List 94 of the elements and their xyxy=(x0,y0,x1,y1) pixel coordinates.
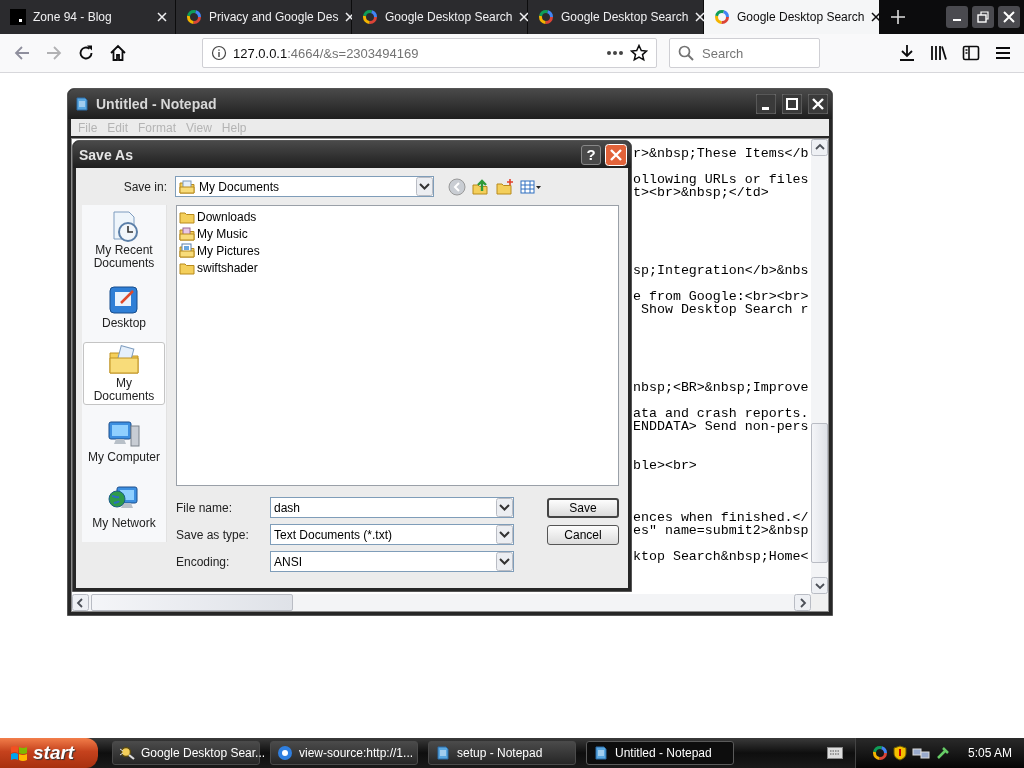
browser-tab[interactable]: Google Desktop Search xyxy=(704,0,880,34)
notepad-icon xyxy=(593,745,609,761)
encoding-dropdown[interactable]: ANSI xyxy=(270,551,514,572)
restore-icon[interactable] xyxy=(972,6,994,28)
sidebar-icon[interactable] xyxy=(962,44,980,62)
scroll-down-button[interactable] xyxy=(811,577,828,594)
folder-entry[interactable]: Downloads xyxy=(179,208,616,225)
menu-icon[interactable] xyxy=(994,44,1012,62)
text-line: ences when finished.</ xyxy=(633,511,810,524)
text-line: t><br>&nbsp;</td> xyxy=(633,186,770,199)
folder-entry[interactable]: My Pictures xyxy=(179,242,616,259)
home-icon[interactable] xyxy=(109,44,127,62)
places-item[interactable]: My Network xyxy=(83,475,165,538)
keyboard-icon[interactable] xyxy=(826,747,843,759)
notepad-icon xyxy=(74,96,90,112)
text-line: r>&nbsp;These Items</b xyxy=(633,147,810,160)
address-bar[interactable]: 127.0.0.1:4664/&s=2303494169 xyxy=(202,38,657,68)
save-button[interactable]: Save xyxy=(547,497,619,518)
ring-icon xyxy=(362,9,378,25)
scroll-left-button[interactable] xyxy=(72,594,89,611)
close-button[interactable] xyxy=(605,143,627,166)
magnifier-icon xyxy=(119,745,135,761)
new-folder-icon[interactable] xyxy=(496,177,514,196)
ring-icon xyxy=(538,9,554,25)
browser-tab[interactable]: Google Desktop Search xyxy=(528,0,704,34)
more-icon[interactable] xyxy=(606,50,624,56)
places-item[interactable]: Desktop xyxy=(83,275,165,339)
cancel-button[interactable]: Cancel xyxy=(547,524,619,545)
star-icon[interactable] xyxy=(630,44,648,62)
browser-tab[interactable]: Privacy and Google Des xyxy=(176,0,352,34)
browser-tab[interactable]: Zone 94 - Blog xyxy=(0,0,176,34)
shield-icon[interactable] xyxy=(892,745,907,761)
clock: 5:05 AM xyxy=(967,746,1012,760)
save-in-dropdown[interactable]: My Documents xyxy=(175,176,434,197)
dialog-title: Save As xyxy=(79,146,134,163)
close-icon[interactable] xyxy=(998,6,1020,28)
folder-entry[interactable]: swiftshader xyxy=(179,259,616,276)
field-label: File name: xyxy=(176,500,234,515)
page-icon xyxy=(10,9,26,25)
taskbar-item[interactable]: Untitled - Notepad xyxy=(586,741,734,765)
folder-entry[interactable]: My Music xyxy=(179,225,616,242)
music-folder-icon xyxy=(179,225,195,242)
browser-tab[interactable]: Google Desktop Search xyxy=(352,0,528,34)
text-line: Show Desktop Search r xyxy=(639,303,810,316)
documents-folder-icon xyxy=(179,178,195,195)
file-name-field[interactable]: dash xyxy=(270,497,514,518)
taskbar-item[interactable]: setup - Notepad xyxy=(428,741,576,765)
reload-icon[interactable] xyxy=(77,44,95,62)
ring-icon xyxy=(186,9,202,25)
search-field[interactable]: Search xyxy=(669,38,820,68)
back-icon[interactable] xyxy=(13,44,31,62)
field-label: Save as type: xyxy=(176,527,250,542)
notepad-icon xyxy=(435,745,451,761)
places-item[interactable]: My Documents xyxy=(83,342,165,405)
text-line: ble><br> xyxy=(633,459,698,472)
text-line: ollowing URLs or files xyxy=(633,173,810,186)
text-line: ata and crash reports. xyxy=(633,407,810,420)
download-icon[interactable] xyxy=(898,44,916,62)
field-label: Save in: xyxy=(122,179,168,194)
maximize-icon[interactable] xyxy=(782,94,802,114)
close-icon[interactable] xyxy=(808,94,828,114)
close-icon[interactable] xyxy=(871,12,882,22)
scrollbar-thumb[interactable] xyxy=(811,423,828,563)
places-item[interactable]: My Recent Documents xyxy=(83,209,165,272)
text-line: sp;Integration</b>&nbs xyxy=(633,264,810,277)
places-item[interactable]: My Computer xyxy=(83,408,165,472)
field-label: Encoding: xyxy=(176,554,231,569)
back-icon[interactable] xyxy=(448,177,466,196)
scrollbar-thumb[interactable] xyxy=(91,594,293,611)
views-menu-icon[interactable] xyxy=(520,178,542,195)
text-line: ktop Search&nbsp;Home< xyxy=(633,550,810,563)
new-tab-icon[interactable] xyxy=(890,9,906,25)
up-folder-icon[interactable] xyxy=(472,177,490,196)
help-button[interactable]: ? xyxy=(581,144,601,165)
save-type-dropdown[interactable]: Text Documents (*.txt) xyxy=(270,524,514,545)
info-icon[interactable] xyxy=(211,45,227,61)
taskbar-item[interactable]: view-source:http://1... xyxy=(270,741,418,765)
scroll-up-button[interactable] xyxy=(811,139,828,156)
minimize-icon[interactable] xyxy=(756,94,776,114)
text-line: nbsp;<BR>&nbsp;Improve xyxy=(633,381,810,394)
text-line: ENDDATA> Send non-pers xyxy=(633,420,810,433)
pictures-folder-icon xyxy=(179,242,195,259)
scroll-right-button[interactable] xyxy=(794,594,811,611)
library-icon[interactable] xyxy=(930,44,948,62)
windows-logo-icon xyxy=(10,744,28,762)
text-line: e from Google:<br><br> xyxy=(633,290,810,303)
globe-icon xyxy=(277,745,293,761)
ring-icon xyxy=(714,9,730,25)
start-button[interactable]: start xyxy=(0,738,98,768)
network-connection-icon[interactable] xyxy=(911,746,930,760)
window-title: Untitled - Notepad xyxy=(96,96,218,112)
minimize-icon[interactable] xyxy=(946,6,968,28)
text-line: es" name=submit2>&nbsp xyxy=(633,524,810,537)
ring-icon[interactable] xyxy=(871,745,888,761)
